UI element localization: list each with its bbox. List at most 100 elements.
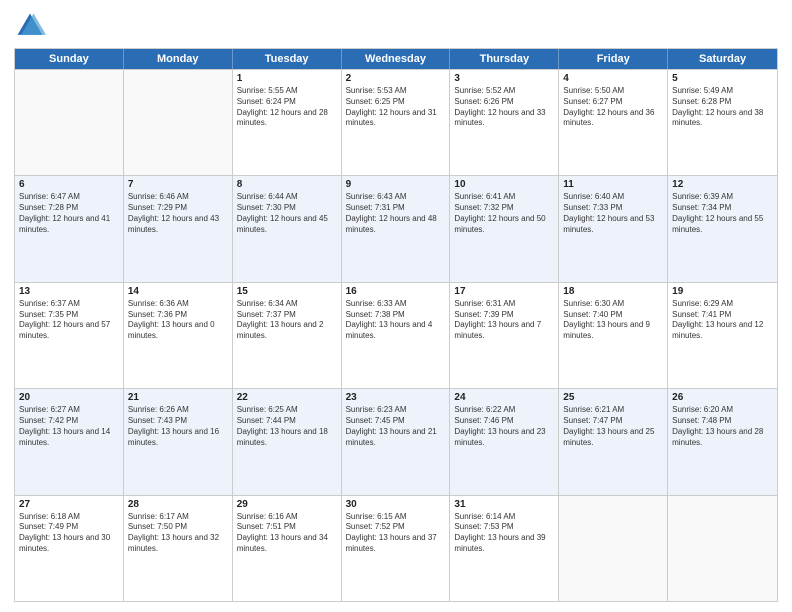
calendar-cell-24: 24 Sunrise: 6:22 AM Sunset: 7:46 PM Dayli… xyxy=(450,389,559,494)
calendar-row-1: 1Sunrise: 5:55 AM Sunset: 6:24 PM Daylig… xyxy=(15,69,777,175)
day-info: Sunrise: 6:31 AM Sunset: 7:39 PM Dayligh… xyxy=(454,299,554,342)
day-info: Sunrise: 6:23 AM Sunset: 7:45 PM Dayligh… xyxy=(346,405,446,448)
calendar-cell-10: 10Sunrise: 6:41 AM Sunset: 7:32 PM Dayli… xyxy=(450,176,559,281)
calendar-cell-6: 6 Sunrise: 6:47 AM Sunset: 7:28 PM Daylig… xyxy=(15,176,124,281)
day-number: 6 xyxy=(19,179,119,190)
day-info: Sunrise: 6:40 AM Sunset: 7:33 PM Dayligh… xyxy=(563,192,663,235)
calendar-cell-18: 18 Sunrise: 6:30 AM Sunset: 7:40 PM Dayli… xyxy=(559,283,668,388)
day-info: Sunrise: 5:50 AM Sunset: 6:27 PM Dayligh… xyxy=(563,86,663,129)
day-info: Sunrise: 6:29 AM Sunset: 7:41 PM Dayligh… xyxy=(672,299,773,342)
calendar-cell-5: 5Sunrise: 5:49 AM Sunset: 6:28 PM Daylig… xyxy=(668,70,777,175)
day-number: 3 xyxy=(454,73,554,84)
day-info: Sunrise: 5:53 AM Sunset: 6:25 PM Dayligh… xyxy=(346,86,446,129)
header xyxy=(14,10,778,42)
calendar-cell-empty xyxy=(668,496,777,601)
day-info: Sunrise: 6:14 AM Sunset: 7:53 PM Dayligh… xyxy=(454,512,554,555)
calendar-cell-1: 1Sunrise: 5:55 AM Sunset: 6:24 PM Daylig… xyxy=(233,70,342,175)
logo-icon xyxy=(14,10,46,42)
day-info: Sunrise: 6:16 AM Sunset: 7:51 PM Dayligh… xyxy=(237,512,337,555)
calendar-cell-9: 9 Sunrise: 6:43 AM Sunset: 7:31 PM Daylig… xyxy=(342,176,451,281)
calendar-cell-25: 25 Sunrise: 6:21 AM Sunset: 7:47 PM Dayli… xyxy=(559,389,668,494)
day-info: Sunrise: 6:17 AM Sunset: 7:50 PM Dayligh… xyxy=(128,512,228,555)
day-number: 11 xyxy=(563,179,663,190)
calendar-row-5: 27 Sunrise: 6:18 AM Sunset: 7:49 PM Dayli… xyxy=(15,495,777,601)
day-number: 14 xyxy=(128,286,228,297)
day-info: Sunrise: 6:47 AM Sunset: 7:28 PM Dayligh… xyxy=(19,192,119,235)
day-info: Sunrise: 6:27 AM Sunset: 7:42 PM Dayligh… xyxy=(19,405,119,448)
day-info: Sunrise: 6:22 AM Sunset: 7:46 PM Dayligh… xyxy=(454,405,554,448)
calendar-cell-12: 12 Sunrise: 6:39 AM Sunset: 7:34 PM Dayli… xyxy=(668,176,777,281)
logo xyxy=(14,10,50,42)
calendar-cell-16: 16 Sunrise: 6:33 AM Sunset: 7:38 PM Dayli… xyxy=(342,283,451,388)
day-info: Sunrise: 6:20 AM Sunset: 7:48 PM Dayligh… xyxy=(672,405,773,448)
day-number: 25 xyxy=(563,392,663,403)
day-number: 17 xyxy=(454,286,554,297)
calendar-cell-empty xyxy=(124,70,233,175)
day-number: 21 xyxy=(128,392,228,403)
calendar-cell-30: 30 Sunrise: 6:15 AM Sunset: 7:52 PM Dayli… xyxy=(342,496,451,601)
day-number: 22 xyxy=(237,392,337,403)
day-number: 10 xyxy=(454,179,554,190)
day-info: Sunrise: 6:26 AM Sunset: 7:43 PM Dayligh… xyxy=(128,405,228,448)
calendar-cell-13: 13 Sunrise: 6:37 AM Sunset: 7:35 PM Dayli… xyxy=(15,283,124,388)
calendar-cell-15: 15Sunrise: 6:34 AM Sunset: 7:37 PM Dayli… xyxy=(233,283,342,388)
day-info: Sunrise: 6:25 AM Sunset: 7:44 PM Dayligh… xyxy=(237,405,337,448)
day-number: 18 xyxy=(563,286,663,297)
day-info: Sunrise: 6:44 AM Sunset: 7:30 PM Dayligh… xyxy=(237,192,337,235)
calendar-cell-17: 17 Sunrise: 6:31 AM Sunset: 7:39 PM Dayli… xyxy=(450,283,559,388)
calendar-cell-7: 7 Sunrise: 6:46 AM Sunset: 7:29 PM Daylig… xyxy=(124,176,233,281)
day-number: 15 xyxy=(237,286,337,297)
header-day-saturday: Saturday xyxy=(668,49,777,69)
day-number: 24 xyxy=(454,392,554,403)
day-number: 12 xyxy=(672,179,773,190)
calendar-cell-4: 4 Sunrise: 5:50 AM Sunset: 6:27 PM Daylig… xyxy=(559,70,668,175)
header-day-monday: Monday xyxy=(124,49,233,69)
day-number: 13 xyxy=(19,286,119,297)
calendar-cell-20: 20Sunrise: 6:27 AM Sunset: 7:42 PM Dayli… xyxy=(15,389,124,494)
day-info: Sunrise: 6:46 AM Sunset: 7:29 PM Dayligh… xyxy=(128,192,228,235)
calendar-cell-29: 29 Sunrise: 6:16 AM Sunset: 7:51 PM Dayli… xyxy=(233,496,342,601)
day-info: Sunrise: 5:52 AM Sunset: 6:26 PM Dayligh… xyxy=(454,86,554,129)
day-number: 31 xyxy=(454,499,554,510)
day-info: Sunrise: 6:33 AM Sunset: 7:38 PM Dayligh… xyxy=(346,299,446,342)
day-info: Sunrise: 6:15 AM Sunset: 7:52 PM Dayligh… xyxy=(346,512,446,555)
header-day-thursday: Thursday xyxy=(450,49,559,69)
day-number: 5 xyxy=(672,73,773,84)
calendar-cell-11: 11 Sunrise: 6:40 AM Sunset: 7:33 PM Dayli… xyxy=(559,176,668,281)
day-info: Sunrise: 6:37 AM Sunset: 7:35 PM Dayligh… xyxy=(19,299,119,342)
calendar-body: 1Sunrise: 5:55 AM Sunset: 6:24 PM Daylig… xyxy=(15,69,777,601)
day-number: 8 xyxy=(237,179,337,190)
calendar-header: SundayMondayTuesdayWednesdayThursdayFrid… xyxy=(15,49,777,69)
calendar-cell-empty xyxy=(15,70,124,175)
day-info: Sunrise: 6:18 AM Sunset: 7:49 PM Dayligh… xyxy=(19,512,119,555)
header-day-friday: Friday xyxy=(559,49,668,69)
day-number: 23 xyxy=(346,392,446,403)
day-info: Sunrise: 6:21 AM Sunset: 7:47 PM Dayligh… xyxy=(563,405,663,448)
day-number: 19 xyxy=(672,286,773,297)
calendar-row-3: 13 Sunrise: 6:37 AM Sunset: 7:35 PM Dayli… xyxy=(15,282,777,388)
day-number: 26 xyxy=(672,392,773,403)
calendar-cell-21: 21 Sunrise: 6:26 AM Sunset: 7:43 PM Dayli… xyxy=(124,389,233,494)
calendar-cell-23: 23 Sunrise: 6:23 AM Sunset: 7:45 PM Dayli… xyxy=(342,389,451,494)
day-number: 29 xyxy=(237,499,337,510)
day-info: Sunrise: 6:43 AM Sunset: 7:31 PM Dayligh… xyxy=(346,192,446,235)
day-number: 28 xyxy=(128,499,228,510)
day-info: Sunrise: 6:39 AM Sunset: 7:34 PM Dayligh… xyxy=(672,192,773,235)
day-number: 4 xyxy=(563,73,663,84)
day-number: 27 xyxy=(19,499,119,510)
calendar-cell-3: 3 Sunrise: 5:52 AM Sunset: 6:26 PM Daylig… xyxy=(450,70,559,175)
calendar-cell-2: 2 Sunrise: 5:53 AM Sunset: 6:25 PM Daylig… xyxy=(342,70,451,175)
calendar-cell-31: 31 Sunrise: 6:14 AM Sunset: 7:53 PM Dayli… xyxy=(450,496,559,601)
calendar-cell-27: 27 Sunrise: 6:18 AM Sunset: 7:49 PM Dayli… xyxy=(15,496,124,601)
calendar-cell-26: 26 Sunrise: 6:20 AM Sunset: 7:48 PM Dayli… xyxy=(668,389,777,494)
day-number: 30 xyxy=(346,499,446,510)
calendar-cell-22: 22 Sunrise: 6:25 AM Sunset: 7:44 PM Dayli… xyxy=(233,389,342,494)
day-number: 16 xyxy=(346,286,446,297)
day-number: 9 xyxy=(346,179,446,190)
calendar-cell-8: 8 Sunrise: 6:44 AM Sunset: 7:30 PM Daylig… xyxy=(233,176,342,281)
day-info: Sunrise: 6:30 AM Sunset: 7:40 PM Dayligh… xyxy=(563,299,663,342)
day-number: 2 xyxy=(346,73,446,84)
calendar: SundayMondayTuesdayWednesdayThursdayFrid… xyxy=(14,48,778,602)
day-number: 7 xyxy=(128,179,228,190)
calendar-cell-19: 19 Sunrise: 6:29 AM Sunset: 7:41 PM Dayli… xyxy=(668,283,777,388)
